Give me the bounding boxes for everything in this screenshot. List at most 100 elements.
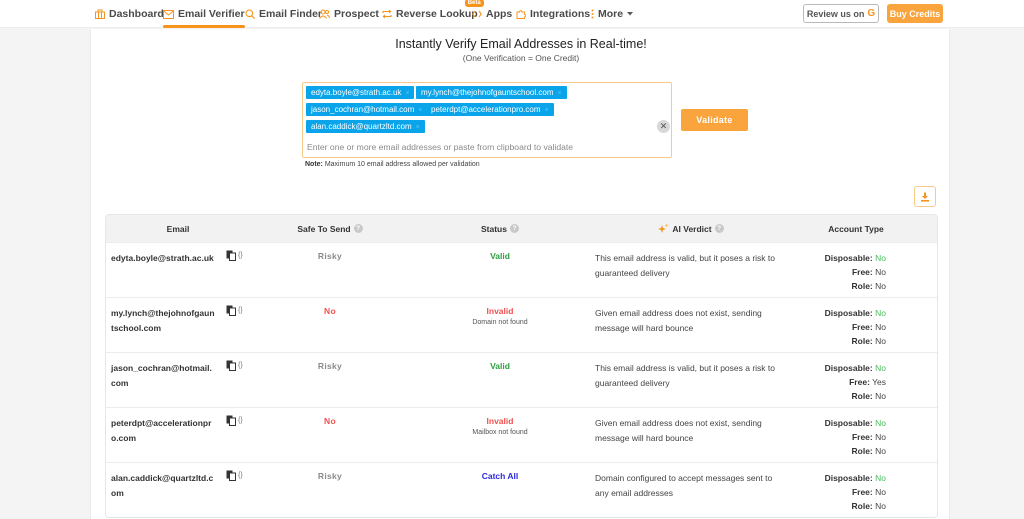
disposable-value: No bbox=[875, 363, 886, 373]
table-body: edyta.boyle@strath.ac.uk {} Risky Valid … bbox=[106, 242, 937, 517]
free-line: Free: No bbox=[825, 320, 886, 334]
json-icon[interactable]: {} bbox=[238, 307, 243, 314]
chip-label: my.lynch@thejohnofgauntschool.com bbox=[421, 88, 554, 97]
nav-email-verifier[interactable]: Email Verifier bbox=[163, 0, 245, 28]
page-subtitle: (One Verification = One Credit) bbox=[462, 53, 580, 63]
email-chip: edyta.boyle@strath.ac.uk × bbox=[306, 86, 415, 99]
users-icon bbox=[319, 9, 330, 20]
role-label: Role: bbox=[851, 336, 873, 346]
nav-label: More bbox=[598, 8, 624, 20]
chip-remove-icon[interactable]: × bbox=[418, 107, 422, 114]
free-value: No bbox=[875, 487, 886, 497]
status-reason: Domain not found bbox=[472, 319, 528, 326]
table-row: edyta.boyle@strath.ac.uk {} Risky Valid … bbox=[106, 242, 937, 297]
copy-icon[interactable] bbox=[226, 470, 236, 481]
free-value: No bbox=[875, 267, 886, 277]
json-icon[interactable]: {} bbox=[238, 252, 243, 259]
email-chip: my.lynch@thejohnofgauntschool.com × bbox=[416, 86, 567, 99]
role-line: Role: No bbox=[825, 389, 887, 403]
chip-remove-icon[interactable]: × bbox=[416, 124, 420, 131]
row-safe-to-send: Risky bbox=[317, 471, 343, 481]
envelope-icon bbox=[163, 9, 174, 20]
clear-all-icon[interactable]: ✕ bbox=[657, 120, 670, 133]
row-safe-to-send: No bbox=[324, 416, 336, 426]
role-value: No bbox=[875, 501, 886, 511]
help-icon[interactable]: ? bbox=[353, 224, 363, 233]
validate-button[interactable]: Validate bbox=[681, 109, 748, 131]
row-ai-verdict: Domain configured to accept messages sen… bbox=[595, 473, 773, 498]
download-button[interactable] bbox=[914, 186, 936, 207]
row-email: alan.caddick@quartzltd.com bbox=[111, 473, 214, 498]
note-label: Note: bbox=[305, 161, 323, 168]
nav-integrations[interactable]: Integrations bbox=[515, 0, 590, 28]
free-value: No bbox=[875, 432, 886, 442]
table-row: alan.caddick@quartzltd.com {} Risky Catc… bbox=[106, 462, 937, 517]
validation-note: Note: Maximum 10 email address allowed p… bbox=[305, 161, 480, 168]
disposable-label: Disposable: bbox=[824, 473, 873, 483]
free-label: Free: bbox=[851, 432, 873, 442]
header-label: Status bbox=[481, 223, 507, 234]
status-badge: Valid bbox=[490, 251, 510, 261]
nav-label: Apps bbox=[486, 8, 513, 20]
email-tag-input[interactable]: edyta.boyle@strath.ac.uk × my.lynch@thejo… bbox=[302, 82, 672, 158]
review-label: Review us on bbox=[806, 8, 865, 19]
header-safe-to-send: Safe To Send? bbox=[276, 215, 384, 242]
nav-more[interactable]: More bbox=[590, 0, 634, 28]
disposable-label: Disposable: bbox=[824, 363, 873, 373]
download-icon bbox=[920, 192, 930, 202]
copy-icon[interactable] bbox=[226, 250, 236, 261]
row-safe-to-send: Risky bbox=[317, 251, 343, 261]
row-ai-verdict: This email address is valid, but it pose… bbox=[595, 363, 775, 388]
role-line: Role: No bbox=[825, 334, 887, 348]
role-line: Role: No bbox=[825, 499, 887, 513]
nav-dashboard[interactable]: Dashboard bbox=[94, 0, 164, 28]
nav-apps[interactable]: Apps bbox=[471, 0, 512, 28]
role-label: Role: bbox=[851, 281, 873, 291]
row-safe-to-send: No bbox=[324, 306, 336, 316]
json-icon[interactable]: {} bbox=[238, 417, 243, 424]
json-icon[interactable]: {} bbox=[238, 472, 243, 479]
help-icon[interactable]: ? bbox=[714, 224, 724, 233]
copy-icon[interactable] bbox=[226, 360, 236, 371]
chip-remove-icon[interactable]: × bbox=[405, 90, 409, 97]
header-ai-verdict: AI Verdict? bbox=[616, 215, 766, 242]
row-account-type: Disposable: No Free: No Role: No bbox=[825, 416, 886, 458]
help-icon[interactable]: ? bbox=[509, 224, 519, 233]
role-value: No bbox=[875, 391, 886, 401]
copy-icon[interactable] bbox=[226, 415, 236, 426]
nav-reverse-lookup[interactable]: Reverse Lookup Beta bbox=[381, 0, 484, 28]
disposable-label: Disposable: bbox=[824, 308, 873, 318]
code-icon bbox=[471, 9, 482, 20]
row-ai-verdict: Given email address does not exist, send… bbox=[595, 418, 762, 443]
row-account-type: Disposable: No Free: No Role: No bbox=[825, 306, 886, 348]
json-icon[interactable]: {} bbox=[238, 362, 243, 369]
disposable-value: No bbox=[875, 473, 886, 483]
row-status: Valid bbox=[446, 251, 554, 261]
email-chip: jason_cochran@hotmail.com × bbox=[306, 103, 428, 116]
row-tools: {} bbox=[226, 360, 243, 371]
free-value: Yes bbox=[872, 377, 886, 387]
chip-remove-icon[interactable]: × bbox=[545, 107, 549, 114]
role-line: Role: No bbox=[825, 444, 887, 458]
row-tools: {} bbox=[226, 305, 243, 316]
more-vertical-icon bbox=[590, 9, 595, 20]
nav-prospect[interactable]: Prospect bbox=[319, 0, 379, 28]
row-email: edyta.boyle@strath.ac.uk bbox=[111, 253, 214, 263]
main-panel: Instantly Verify Email Addresses in Real… bbox=[90, 29, 950, 519]
row-account-type: Disposable: No Free: No Role: No bbox=[825, 471, 886, 513]
row-status: Invalid Domain not found bbox=[446, 306, 554, 326]
chip-remove-icon[interactable]: × bbox=[558, 90, 562, 97]
free-line: Free: Yes bbox=[825, 375, 886, 389]
free-line: Free: No bbox=[825, 430, 886, 444]
dashboard-icon bbox=[94, 9, 105, 20]
row-status: Catch All bbox=[446, 471, 554, 481]
copy-icon[interactable] bbox=[226, 305, 236, 316]
buy-credits-button[interactable]: Buy Credits bbox=[887, 4, 943, 23]
email-input[interactable] bbox=[307, 140, 647, 154]
nav-email-finder[interactable]: Email Finder bbox=[244, 0, 322, 28]
status-badge: Catch All bbox=[481, 471, 519, 481]
table-row: my.lynch@thejohnofgauntschool.com {} No … bbox=[106, 297, 937, 352]
header-account-type: Account Type bbox=[806, 215, 906, 242]
status-badge: Invalid bbox=[486, 306, 514, 316]
review-us-button[interactable]: Review us on G bbox=[803, 4, 879, 23]
